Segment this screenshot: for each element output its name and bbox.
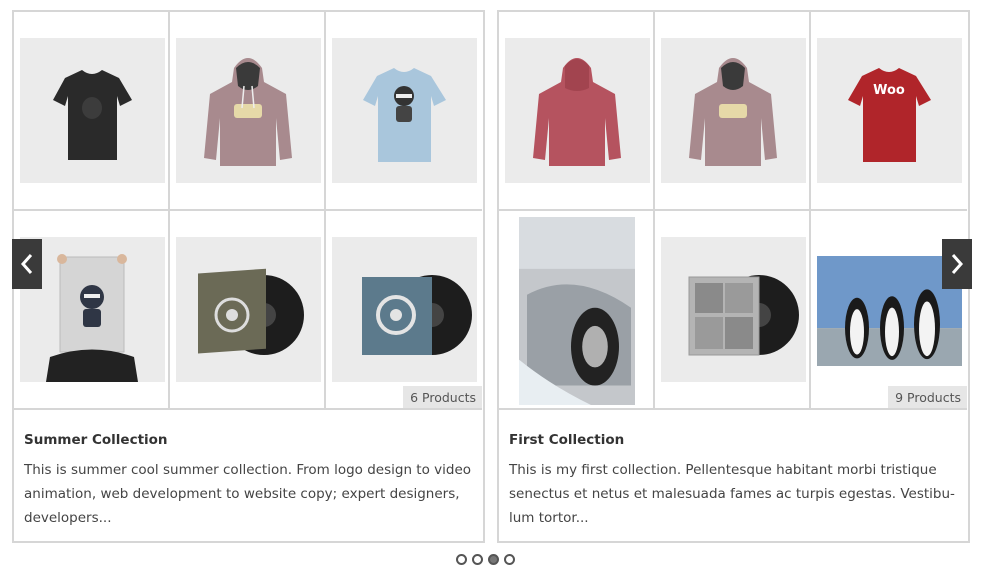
product-thumb[interactable]: [14, 12, 170, 211]
pagination-dot[interactable]: [456, 554, 467, 565]
pagination-dot[interactable]: [504, 554, 515, 565]
product-count-badge: 6 Products: [403, 386, 482, 408]
chevron-right-icon: [951, 254, 964, 274]
collection-title[interactable]: First Collection: [509, 432, 958, 448]
product-thumb[interactable]: [170, 12, 326, 211]
slider-pagination: [456, 554, 515, 565]
collection-description: This is summer cool summer collection. F…: [24, 462, 472, 526]
collection-description-block: Summer Collection This is summer cool su…: [14, 410, 483, 541]
product-thumb[interactable]: [655, 211, 811, 410]
mauve-hoodie-icon: [204, 58, 292, 166]
product-thumb[interactable]: [499, 211, 655, 410]
vinyl-album-icon: [362, 275, 472, 355]
vinyl-album-icon: [688, 275, 799, 356]
product-count-badge: 9 Products: [888, 386, 967, 408]
sports-car-photo-icon: [519, 217, 635, 405]
product-thumbnail-grid: Woo 9 Products: [499, 12, 968, 410]
collection-description: This is my first collection. Pellentesqu…: [509, 462, 955, 526]
lightblue-tshirt-icon: [363, 68, 446, 162]
woo-logo-text: Woo: [873, 83, 905, 98]
product-thumb[interactable]: [655, 12, 811, 211]
product-thumb[interactable]: [326, 12, 482, 211]
collection-description-block: First Collection This is my first collec…: [499, 410, 968, 541]
pagination-dot-active[interactable]: [488, 554, 499, 565]
vinyl-album-icon: [198, 268, 304, 355]
slider-prev-button[interactable]: [12, 239, 42, 289]
red-hoodie-icon: [533, 58, 621, 166]
chevron-left-icon: [20, 254, 33, 274]
penguins-photo-icon: [817, 256, 962, 366]
black-tshirt-icon: [53, 70, 132, 160]
product-thumb[interactable]: [499, 12, 655, 211]
collection-card[interactable]: 6 Products Summer Collection This is sum…: [12, 10, 485, 543]
woo-tshirt-icon: Woo: [848, 68, 931, 162]
mauve-hoodie-icon: [689, 58, 777, 166]
product-thumbnail-grid: 6 Products: [14, 12, 483, 410]
product-thumb[interactable]: 6 Products: [326, 211, 482, 410]
collection-title[interactable]: Summer Collection: [24, 432, 473, 448]
slider-next-button[interactable]: [942, 239, 972, 289]
product-thumb[interactable]: [170, 211, 326, 410]
product-thumb[interactable]: Woo: [811, 12, 967, 211]
pagination-dot[interactable]: [472, 554, 483, 565]
collection-card[interactable]: Woo 9 Products First Collection This is …: [497, 10, 970, 543]
